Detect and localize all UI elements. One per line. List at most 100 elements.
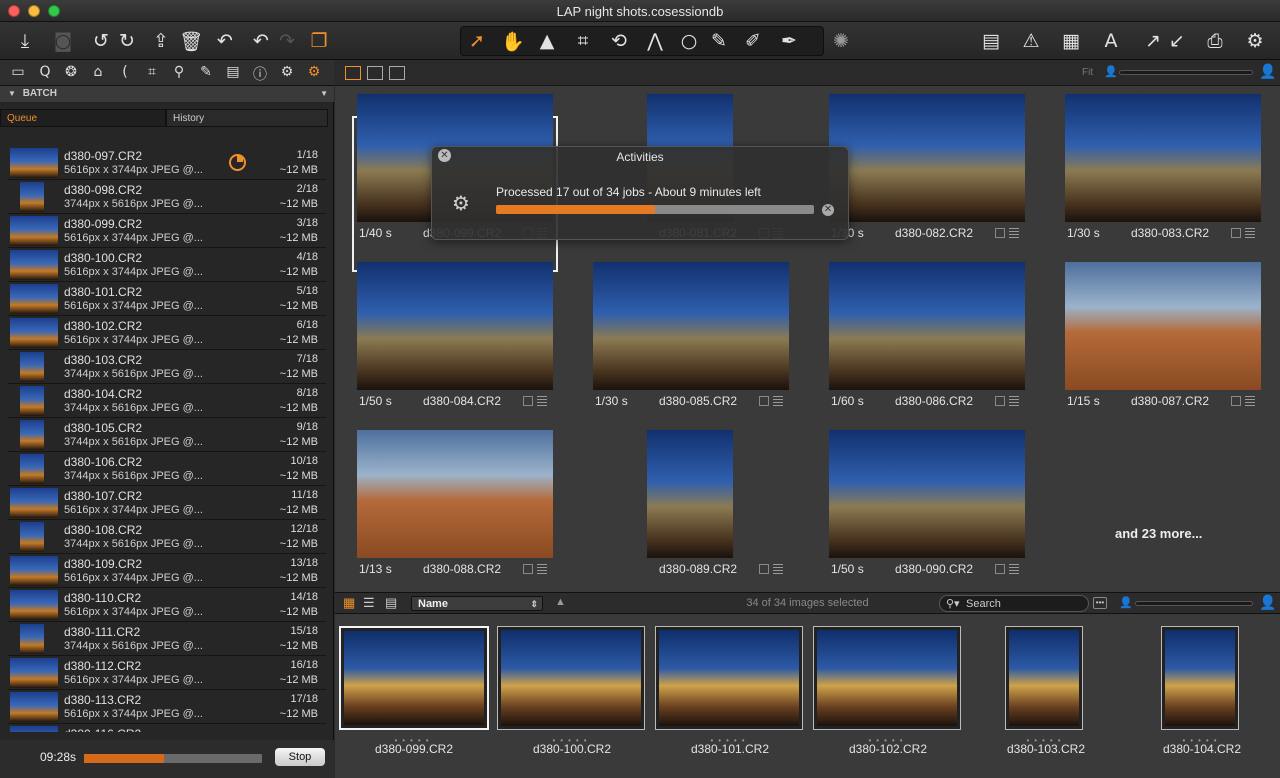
rotate-icon[interactable]: ⟲: [606, 28, 632, 54]
keystone-icon[interactable]: ⋀: [642, 28, 668, 54]
queue-row[interactable]: d380-098.CR2 3744px x 5616px JPEG @... 2/1…: [8, 180, 326, 214]
clone-icon[interactable]: ✒: [776, 28, 802, 54]
queue-row[interactable]: d380-113.CR2 5616px x 3744px JPEG @... 17/…: [8, 690, 326, 724]
select-checkbox[interactable]: [1231, 396, 1241, 406]
picker-icon[interactable]: ✐: [740, 28, 766, 54]
select-checkbox[interactable]: [1231, 228, 1241, 238]
pan-icon[interactable]: ✋: [500, 28, 526, 54]
filmstrip-thumbnail[interactable]: [655, 626, 803, 730]
annotation-icon[interactable]: [1009, 228, 1019, 238]
thumbnail-cell[interactable]: 1/30 s d380-083.CR2: [1059, 86, 1261, 240]
queue-row[interactable]: d380-104.CR2 3744px x 5616px JPEG @... 8/1…: [8, 384, 326, 418]
rotate-right-icon[interactable]: ↻: [114, 28, 140, 54]
select-checkbox[interactable]: [523, 396, 533, 406]
crop-icon[interactable]: ⌗: [570, 28, 596, 54]
crop-tab-icon[interactable]: ⌗: [142, 64, 162, 82]
library-icon[interactable]: ▭: [8, 64, 28, 82]
annotation-icon[interactable]: [1245, 228, 1255, 238]
filmstrip-thumbnail[interactable]: [1161, 626, 1239, 730]
multi-view-icon[interactable]: [389, 66, 405, 80]
strip-size-slider[interactable]: [1135, 601, 1253, 606]
warning-icon[interactable]: ⚠: [1018, 28, 1044, 54]
queue-row[interactable]: d380-108.CR2 3744px x 5616px JPEG @... 12/…: [8, 520, 326, 554]
batch-section-header[interactable]: ▼ BATCH ▼: [0, 86, 334, 102]
stop-button[interactable]: Stop: [275, 748, 325, 766]
thumbnail-cell[interactable]: 1/30 sd380-082.CR2: [823, 86, 1025, 240]
thumbnail-image[interactable]: [357, 262, 553, 390]
move-to-folder-icon[interactable]: ⇪: [148, 28, 174, 54]
select-checkbox[interactable]: [759, 564, 769, 574]
select-checkbox[interactable]: [995, 564, 1005, 574]
search-field[interactable]: ⚲▾ Search: [939, 595, 1089, 612]
filmstrip-thumbnail[interactable]: [339, 626, 489, 730]
color-icon[interactable]: ❂: [61, 64, 81, 82]
thumbnail-image[interactable]: [829, 430, 1025, 558]
annotation-icon[interactable]: [1245, 396, 1255, 406]
tab-history[interactable]: History: [166, 109, 328, 127]
grid-view-icon[interactable]: [345, 66, 361, 80]
select-icon[interactable]: ➚: [464, 28, 490, 54]
annotation-icon[interactable]: [773, 564, 783, 574]
queue-row[interactable]: d380-100.CR2 5616px x 3744px JPEG @... 4/1…: [8, 248, 326, 282]
import-icon[interactable]: ⤓: [12, 28, 38, 54]
thumbnail-cell[interactable]: 1/60 s d380-086.CR2: [823, 254, 1025, 408]
capture-icon[interactable]: Q: [35, 64, 55, 82]
filmstrip[interactable]: ••••• d380-099.CR2 ••••• d380-100.CR2 ••••• d…: [335, 614, 1280, 778]
metadata-icon[interactable]: ▤: [223, 64, 243, 82]
undo-icon[interactable]: ↶: [248, 28, 274, 54]
thumbnail-cell[interactable]: 1/50 s d380-090.CR2: [823, 422, 1025, 576]
select-checkbox[interactable]: [995, 396, 1005, 406]
brush-icon[interactable]: ✎: [706, 28, 732, 54]
redo-icon[interactable]: ↷: [274, 28, 300, 54]
queue-row[interactable]: d380-099.CR2 5616px x 3744px JPEG @... 3/1…: [8, 214, 326, 248]
thumbnail-cell[interactable]: d380-089.CR2: [587, 422, 789, 576]
trash-icon[interactable]: 🗑: [178, 28, 204, 54]
variants-icon[interactable]: ❐: [306, 28, 332, 54]
adjust-icon[interactable]: ✎: [196, 64, 216, 82]
cancel-job-icon[interactable]: ✕: [822, 204, 834, 216]
thumbnail-image[interactable]: [357, 430, 553, 558]
batch-queue-list[interactable]: d380-097.CR2 5616px x 3744px JPEG @... 1/1…: [8, 146, 326, 732]
thumbnail-image[interactable]: [647, 430, 733, 558]
lens-icon[interactable]: (: [115, 64, 135, 82]
process-in-icon[interactable]: ↙: [1164, 28, 1190, 54]
focus-icon[interactable]: ⚲: [169, 64, 189, 82]
filmstrip-thumbnail[interactable]: [497, 626, 645, 730]
thumbnail-image[interactable]: [593, 262, 789, 390]
batch-icon[interactable]: ⚙: [304, 64, 324, 82]
thumbnail-image[interactable]: [1065, 262, 1261, 390]
queue-row[interactable]: d380-107.CR2 5616px x 3744px JPEG @... 11/…: [8, 486, 326, 520]
thumbnail-size-slider[interactable]: [1119, 70, 1253, 75]
section-menu-icon[interactable]: ▼: [320, 86, 328, 102]
filmstrip-thumbnail[interactable]: [813, 626, 961, 730]
camera-icon[interactable]: ◙: [50, 28, 76, 54]
annotation-icon[interactable]: [537, 396, 547, 406]
thumbnail-image[interactable]: [829, 262, 1025, 390]
queue-row[interactable]: d380-111.CR2 3744px x 5616px JPEG @... 15/…: [8, 622, 326, 656]
settings-tab-icon[interactable]: ⚙: [277, 64, 297, 82]
print-icon[interactable]: ⎙: [1202, 28, 1228, 54]
viewer-icon[interactable]: ▤: [978, 28, 1004, 54]
select-checkbox[interactable]: [523, 564, 533, 574]
process-out-icon[interactable]: ↗: [1140, 28, 1166, 54]
annotation-icon[interactable]: [537, 564, 547, 574]
queue-row[interactable]: d380-106.CR2 3744px x 5616px JPEG @... 10/…: [8, 452, 326, 486]
queue-row[interactable]: d380-116.CR2: [8, 724, 326, 732]
queue-row[interactable]: d380-109.CR2 5616px x 3744px JPEG @... 13/…: [8, 554, 326, 588]
thumbnail-image[interactable]: [1065, 94, 1261, 222]
thumbnail-cell[interactable]: 1/13 s d380-088.CR2: [351, 422, 553, 576]
filmstrip-thumbnail[interactable]: [1005, 626, 1083, 730]
queue-row[interactable]: d380-102.CR2 5616px x 3744px JPEG @... 6/1…: [8, 316, 326, 350]
exposure-icon[interactable]: ⌂: [88, 64, 108, 82]
select-checkbox[interactable]: [995, 228, 1005, 238]
queue-row[interactable]: d380-110.CR2 5616px x 3744px JPEG @... 14/…: [8, 588, 326, 622]
select-checkbox[interactable]: [759, 396, 769, 406]
grid-icon[interactable]: ▦: [1058, 28, 1084, 54]
annotation-icon[interactable]: [1009, 564, 1019, 574]
single-view-icon[interactable]: [367, 66, 383, 80]
more-options-icon[interactable]: •••: [1093, 597, 1107, 609]
rotate-left-icon[interactable]: ↺: [88, 28, 114, 54]
thumbnail-image[interactable]: [829, 94, 1025, 222]
thumbnail-cell[interactable]: 1/30 s d380-085.CR2: [587, 254, 789, 408]
loupe-icon[interactable]: ▲: [534, 28, 560, 54]
